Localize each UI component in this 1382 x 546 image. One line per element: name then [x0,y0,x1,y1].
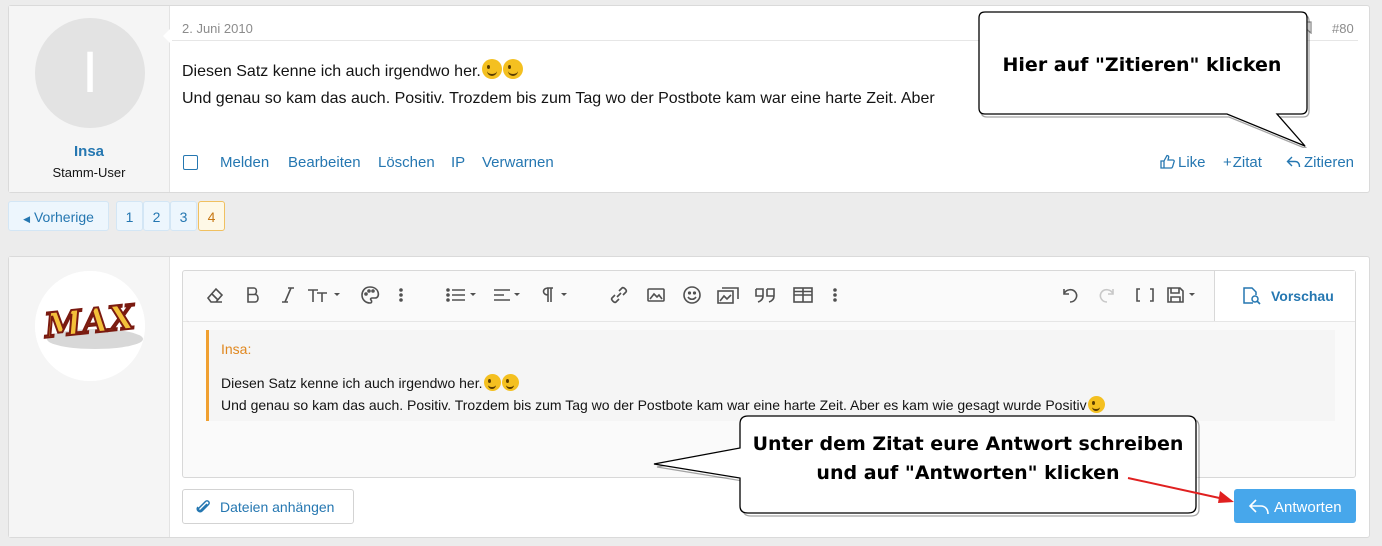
pagination-page-current[interactable]: 4 [198,201,225,231]
editor-toolbar [183,271,1213,321]
post-line-2: Und genau so kam das auch. Positiv. Troz… [182,90,935,107]
like-label: Like [1178,154,1206,171]
report-link[interactable]: Melden [220,154,269,171]
reply-quote-button[interactable]: Zitieren [1286,154,1354,171]
undo-icon[interactable] [1059,285,1081,307]
quote-author[interactable]: Insa: [221,341,251,357]
bold-icon[interactable] [245,285,261,307]
callout-top-text: Hier auf "Zitieren" klicken [1002,54,1282,76]
redo-icon[interactable] [1096,285,1118,307]
text-size-icon[interactable] [307,285,347,307]
attach-files-label: Dateien anhängen [220,499,335,515]
italic-icon[interactable] [281,285,295,307]
quote-button[interactable]: +Zitat [1223,154,1262,171]
post-user-sidebar: I Insa Stamm-User [9,6,170,192]
delete-link[interactable]: Löschen [378,154,435,171]
paperclip-icon [195,498,211,516]
pagination-prev-button[interactable]: ◀ Vorherige [8,201,109,231]
quote-line-1: Diesen Satz kenne ich auch irgendwo her. [221,375,483,391]
preview-button[interactable]: Vorschau [1214,271,1355,321]
smile-emoji-icon [1087,396,1105,413]
align-icon[interactable] [493,285,533,307]
reply-user-sidebar: MAX [9,257,170,537]
pagination-prev-label: Vorherige [33,209,94,225]
red-arrow-icon [1127,477,1234,503]
reply-quote-label: Zitieren [1304,154,1355,171]
save-draft-icon[interactable] [1166,285,1200,307]
avatar[interactable]: I [35,18,145,128]
select-post-checkbox[interactable] [183,155,198,170]
wink-emoji-icon [502,59,523,79]
smiley-icon[interactable] [682,285,702,307]
media-gallery-icon[interactable] [717,285,741,307]
quote-icon[interactable] [754,285,778,307]
post-line-1: Diesen Satz kenne ich auch irgendwo her. [182,63,481,80]
edit-link[interactable]: Bearbeiten [288,154,361,171]
post-pointer [163,27,172,45]
preview-icon [1241,286,1263,306]
pagination-page-3[interactable]: 3 [170,201,197,231]
callout-bottom-line-1: Unter dem Zitat eure Antwort schreiben [752,433,1184,455]
quote-line-2: Und genau so kam das auch. Positiv. Troz… [221,397,1087,413]
attach-files-button[interactable]: Dateien anhängen [182,489,354,524]
max-logo: MAX [35,271,145,381]
ip-link[interactable]: IP [451,154,465,171]
quote-content: Diesen Satz kenne ich auch irgendwo her.… [221,372,1105,416]
wink-emoji-icon [501,374,519,391]
plus-icon: + [1223,154,1232,171]
link-icon[interactable] [609,285,629,307]
palette-icon[interactable] [360,285,382,307]
post-username[interactable]: Insa [9,143,169,160]
reply-pointer [173,285,182,303]
image-icon[interactable] [646,285,666,307]
wink-emoji-icon [481,59,502,79]
more-vertical-icon[interactable] [831,285,839,307]
caret-left-icon: ◀ [23,214,30,224]
table-icon[interactable] [792,285,814,307]
like-button[interactable]: Like [1160,154,1206,171]
post-user-role: Stamm-User [52,165,126,180]
reply-arrow-icon [1286,155,1301,169]
submit-reply-button[interactable]: Antworten [1234,489,1356,523]
thumbs-up-icon [1160,154,1175,169]
callout-top-bubble [978,11,1310,148]
post-number[interactable]: #80 [1332,21,1354,36]
more-vertical-icon[interactable] [397,285,405,307]
preview-label: Vorschau [1271,288,1334,304]
avatar[interactable]: MAX [35,271,145,381]
divider [183,321,1355,322]
list-icon[interactable] [446,285,486,307]
quote-label: Zitat [1232,154,1262,171]
post-body: Diesen Satz kenne ich auch irgendwo her.… [182,58,935,112]
source-code-icon[interactable] [1134,285,1156,307]
submit-reply-label: Antworten [1274,499,1342,516]
eraser-icon[interactable] [205,285,225,307]
pagination-page-1[interactable]: 1 [116,201,143,231]
wink-emoji-icon [483,374,501,391]
reply-arrow-icon [1248,498,1270,516]
warn-link[interactable]: Verwarnen [482,154,554,171]
paragraph-icon[interactable] [539,285,575,307]
post-date[interactable]: 2. Juni 2010 [182,21,253,36]
pagination-page-2[interactable]: 2 [143,201,170,231]
